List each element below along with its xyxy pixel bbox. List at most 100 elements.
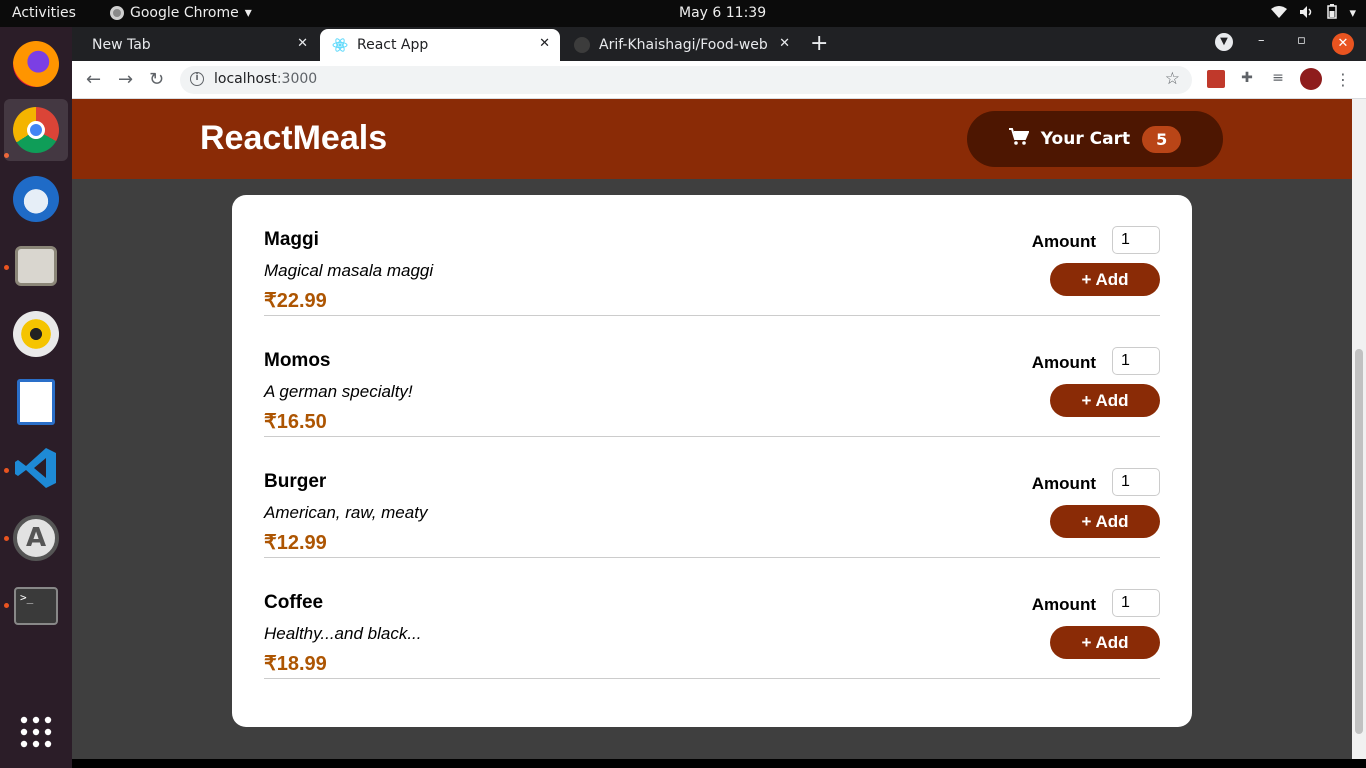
amount-input[interactable] [1112,226,1160,254]
system-tray[interactable]: ▾ [1271,4,1356,23]
meal-description: Magical masala maggi [264,261,434,280]
close-icon[interactable]: ✕ [539,36,550,51]
window-close-button[interactable]: ✕ [1332,33,1354,55]
dock-vscode[interactable] [4,439,68,501]
chrome-icon [13,107,59,153]
vscode-icon [14,446,58,494]
dock-thunderbird[interactable] [4,168,68,230]
page-scrollbar[interactable] [1352,99,1366,759]
battery-icon [1327,4,1338,23]
cart-button[interactable]: Your Cart 5 [967,111,1223,167]
meal-price: ₹18.99 [264,653,327,675]
meal-item: Burger American, raw, meaty ₹12.99 Amoun… [264,437,1160,558]
add-button[interactable]: + Add [1050,384,1160,417]
reload-button[interactable]: ↻ [149,69,164,90]
meal-item: Maggi Magical masala maggi ₹22.99 Amount… [264,195,1160,316]
software-icon: A [13,515,59,561]
files-icon [15,246,57,286]
firefox-icon [13,41,59,87]
tab-label: Arif-Khaishagi/Food-web [599,37,768,53]
app-header: ReactMeals Your Cart 5 [72,99,1352,179]
maximize-button[interactable]: ▫ [1297,33,1306,48]
tab-new-tab[interactable]: New Tab ✕ [80,29,318,61]
kebab-menu-icon[interactable]: ⋮ [1334,70,1352,89]
amount-label: Amount [1031,353,1096,372]
amount-label: Amount [1031,595,1096,614]
amount-label: Amount [1031,474,1096,493]
meal-name: Momos [264,350,331,371]
caret-down-icon: ▾ [1349,6,1356,21]
tab-strip: New Tab ✕ React App ✕ Arif-Khaishagi/Foo… [72,27,1366,61]
meal-item: Momos A german specialty! ₹16.50 Amount … [264,316,1160,437]
bookmark-star-icon[interactable]: ☆ [1165,69,1180,89]
dock-app-grid[interactable] [4,703,68,765]
meal-price: ₹16.50 [264,411,327,433]
dock-firefox[interactable] [4,33,68,95]
app-menu-label: Google Chrome [130,5,239,21]
dock-terminal[interactable]: >_ [4,575,68,637]
dock-rhythmbox[interactable] [4,303,68,365]
media-queue-icon[interactable]: ≡ [1269,70,1287,88]
tab-label: React App [357,37,429,53]
thunderbird-icon [13,176,59,222]
address-bar[interactable]: i localhost:3000 ☆ [180,66,1192,94]
dock-chrome[interactable] [4,99,68,161]
address-url: localhost:3000 [214,71,318,87]
meal-description: A german specialty! [264,382,413,401]
page-bottom-edge [72,759,1366,768]
meal-name: Burger [264,471,327,492]
meal-name: Coffee [264,592,324,613]
meal-description: American, raw, meaty [264,503,428,522]
cart-label: Your Cart [1040,129,1131,149]
extension-icon[interactable] [1207,70,1225,88]
dock-files[interactable] [4,235,68,297]
close-icon[interactable]: ✕ [297,36,308,51]
github-icon [574,37,590,53]
tab-react-app[interactable]: React App ✕ [320,29,560,61]
app-menu[interactable]: Google Chrome ▾ [110,5,252,21]
amount-input[interactable] [1112,589,1160,617]
rhythmbox-icon [13,311,59,357]
close-icon[interactable]: ✕ [779,36,790,51]
dock: A >_ [0,27,72,768]
app-grid-icon [19,715,53,753]
meals-list: Maggi Magical masala maggi ₹22.99 Amount… [232,195,1192,727]
amount-input[interactable] [1112,468,1160,496]
react-icon [332,37,348,53]
browser-window: New Tab ✕ React App ✕ Arif-Khaishagi/Foo… [72,27,1366,768]
meal-price: ₹22.99 [264,290,327,312]
amount-label: Amount [1031,232,1096,251]
clock[interactable]: May 6 11:39 [679,5,766,21]
activities-button[interactable]: Activities [12,5,76,21]
tab-search-icon[interactable]: ▼ [1215,33,1233,51]
chrome-icon [110,6,124,20]
tab-github[interactable]: Arif-Khaishagi/Food-web ✕ [562,29,800,61]
add-button[interactable]: + Add [1050,505,1160,538]
add-button[interactable]: + Add [1050,263,1160,296]
back-button[interactable]: ← [86,69,101,90]
meal-price: ₹12.99 [264,532,327,554]
scrollbar-thumb[interactable] [1355,349,1363,734]
meal-name: Maggi [264,229,319,250]
system-top-bar: Activities Google Chrome ▾ May 6 11:39 ▾ [0,0,1366,27]
info-icon[interactable]: i [190,72,204,86]
writer-icon [17,379,55,425]
dock-software[interactable]: A [4,507,68,569]
terminal-icon: >_ [14,587,58,625]
new-tab-button[interactable]: + [810,31,828,56]
puzzle-icon[interactable]: ✚ [1238,70,1256,88]
browser-toolbar: ← → ↻ i localhost:3000 ☆ ✚ ≡ ⋮ [72,61,1366,99]
dock-writer[interactable] [4,371,68,433]
cart-count-badge: 5 [1142,125,1182,153]
cart-icon [1008,127,1030,151]
forward-button[interactable]: → [118,69,133,90]
minimize-button[interactable]: – [1258,33,1265,48]
volume-icon [1299,5,1315,23]
brand-title: ReactMeals [200,119,388,157]
wifi-icon [1271,5,1288,23]
add-button[interactable]: + Add [1050,626,1160,659]
meal-item: Coffee Healthy...and black... ₹18.99 Amo… [264,558,1160,679]
profile-avatar[interactable] [1300,68,1322,90]
meal-description: Healthy...and black... [264,624,422,643]
amount-input[interactable] [1112,347,1160,375]
